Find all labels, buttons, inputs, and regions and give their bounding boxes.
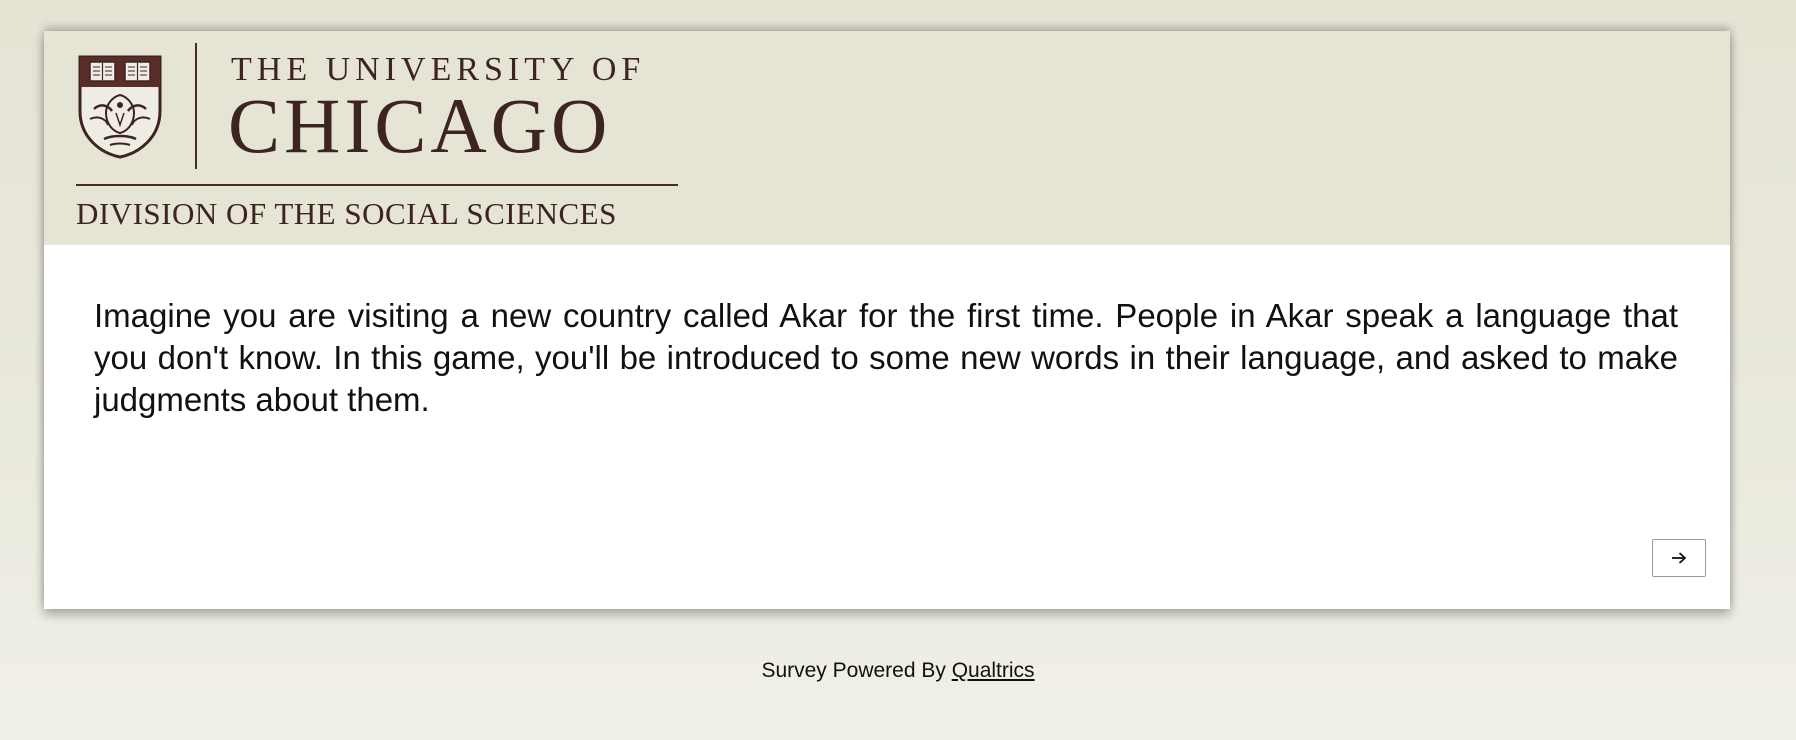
footer-powered-by: Survey Powered By bbox=[761, 659, 952, 682]
logo-divider bbox=[195, 43, 197, 169]
arrow-right-icon bbox=[1672, 552, 1687, 564]
survey-container: THE UNIVERSITY OF CHICAGO DIVISION OF TH… bbox=[44, 31, 1730, 609]
logo-text-division: DIVISION OF THE SOCIAL SCIENCES bbox=[76, 196, 617, 231]
university-crest-icon bbox=[78, 55, 162, 159]
university-logo: THE UNIVERSITY OF CHICAGO DIVISION OF TH… bbox=[76, 43, 688, 237]
question-text: Imagine you are visiting a new country c… bbox=[94, 297, 1678, 418]
question-panel: Imagine you are visiting a new country c… bbox=[44, 245, 1730, 609]
qualtrics-link[interactable]: Qualtrics bbox=[952, 659, 1035, 682]
footer: Survey Powered By Qualtrics bbox=[0, 659, 1796, 683]
logo-text-chicago: CHICAGO bbox=[228, 82, 612, 169]
next-button[interactable] bbox=[1652, 539, 1706, 577]
logo-rule bbox=[76, 184, 678, 186]
header: THE UNIVERSITY OF CHICAGO DIVISION OF TH… bbox=[44, 31, 1730, 245]
